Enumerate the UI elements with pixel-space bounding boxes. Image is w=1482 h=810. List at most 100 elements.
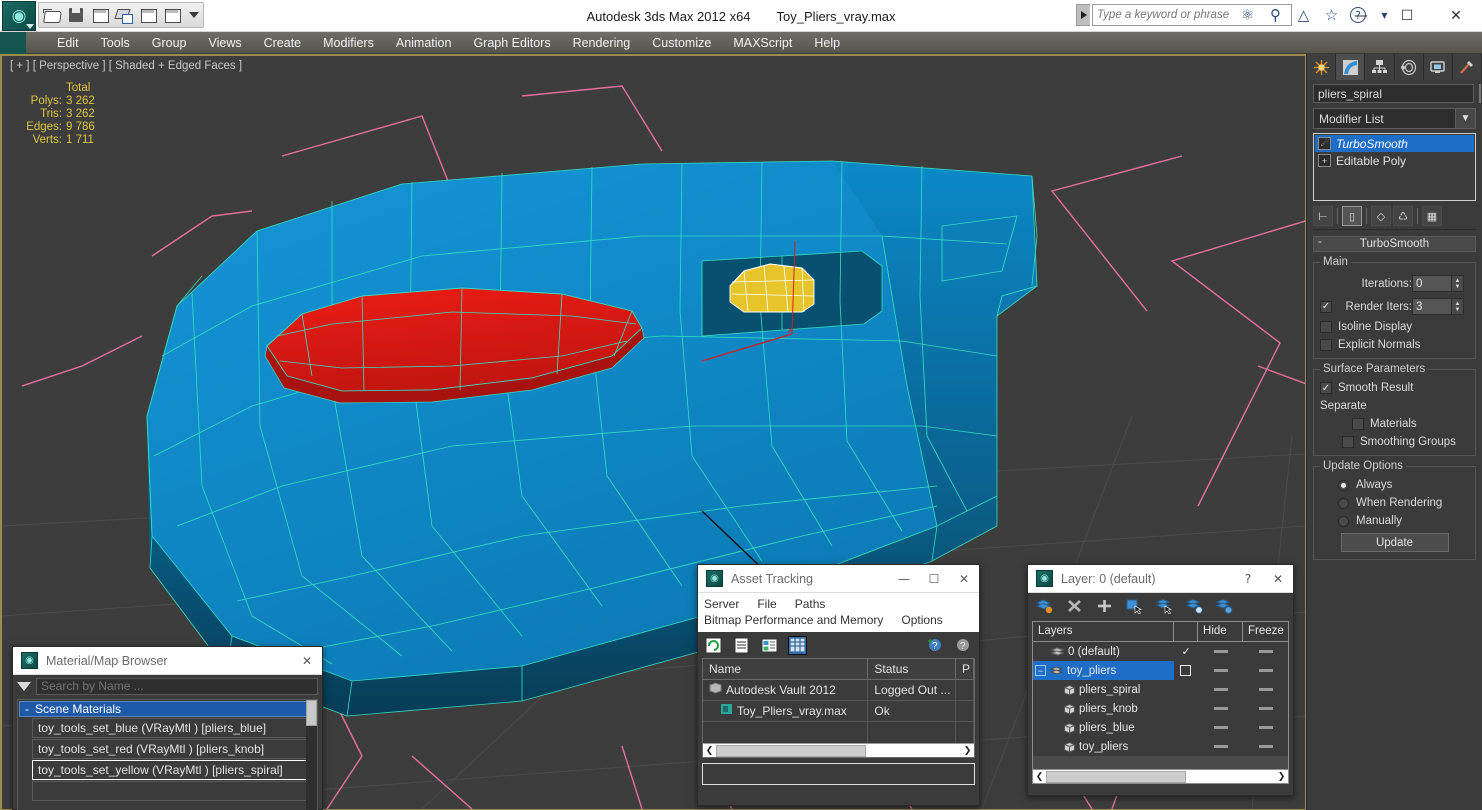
scroll-thumb[interactable] [306,700,317,726]
select-objects-icon[interactable] [1126,598,1143,615]
binoculars-icon[interactable]: ⚛ [1238,6,1257,25]
remove-modifier-icon[interactable]: ♺ [1393,206,1413,226]
make-unique-icon[interactable]: ◇ [1371,206,1391,226]
open-icon[interactable] [43,6,61,24]
object-color-swatch[interactable] [1479,84,1481,103]
layer-current-cell[interactable] [1174,661,1198,680]
asset-menu-bitmap-performance[interactable]: Bitmap Performance and Memory [704,612,893,628]
asset-tracking-maximize[interactable]: ☐ [919,565,949,592]
menu-item-tools[interactable]: Tools [90,33,141,53]
layer-row[interactable]: 0 (default) ✓ [1033,642,1288,661]
layer-freeze-cell[interactable] [1243,699,1288,718]
key-icon[interactable]: ⚲ [1266,6,1285,25]
new-icon[interactable] [91,6,109,24]
save-icon[interactable] [67,6,85,24]
menu-item-create[interactable]: Create [253,33,313,53]
material-vertical-scrollbar[interactable] [306,700,317,810]
expander-minus-icon[interactable]: − [1035,665,1046,676]
material-map-browser-window[interactable]: ◉ Material/Map Browser ✕ - Scene Materia… [12,646,323,810]
asset-tracking-close[interactable]: ✕ [949,565,979,592]
help-add-icon[interactable]: ? [926,636,945,655]
isoline-row[interactable]: Isoline Display [1320,321,1469,333]
scroll-thumb[interactable] [1046,770,1186,783]
menu-item-modifiers[interactable]: Modifiers [312,33,385,53]
scroll-thumb[interactable] [716,744,866,757]
hierarchy-tab[interactable] [1365,54,1395,80]
detail-view-icon[interactable] [760,636,779,655]
delete-layer-icon[interactable] [1066,598,1083,615]
layer-row[interactable]: pliers_knob [1033,699,1288,718]
menu-item-help[interactable]: Help [803,33,851,53]
utilities-tab[interactable] [1452,54,1482,80]
layer-manager-close[interactable]: ✕ [1263,565,1293,592]
update-button[interactable]: Update [1340,533,1449,552]
scroll-left-icon[interactable]: ❮ [1033,771,1046,783]
redo-icon[interactable] [163,6,181,24]
layer-row[interactable]: pliers_blue [1033,718,1288,737]
list-view-icon[interactable] [732,636,751,655]
asset-tracking-window[interactable]: ◉ Asset Tracking — ☐ ✕ Server File Paths… [697,564,980,806]
asset-status-field[interactable] [702,763,975,785]
create-tab[interactable] [1307,54,1337,80]
scroll-right-icon[interactable]: ❯ [961,745,974,757]
spinner-arrows-icon[interactable]: ▲ ▼ [1452,275,1464,292]
table-row[interactable]: Autodesk Vault 2012 Logged Out ... [703,680,974,701]
layer-current-cell[interactable]: ✓ [1174,642,1198,661]
motion-tab[interactable] [1394,54,1424,80]
menu-item-graph-editors[interactable]: Graph Editors [462,33,561,53]
update-manually-row[interactable]: Manually [1320,515,1469,527]
render-iters-value[interactable]: 3 [1412,298,1452,315]
modifier-list-dropdown[interactable]: Modifier List ▼ [1313,108,1476,129]
list-item[interactable]: toy_tools_set_blue (VRayMtl ) [pliers_bl… [32,718,316,738]
layer-name-cell[interactable]: 0 (default) [1033,642,1174,661]
update-when-rendering-radio[interactable] [1338,497,1349,509]
layer-hide-cell[interactable] [1198,699,1243,718]
asset-menu-options[interactable]: Options [901,612,952,628]
iterations-stepper[interactable]: 0 ▲ ▼ [1412,275,1464,292]
scene-materials-group-header[interactable]: - Scene Materials [19,701,316,717]
layer-horizontal-scrollbar[interactable]: ❮ ❯ [1033,769,1288,783]
layer-row[interactable]: toy_pliers [1033,737,1288,756]
grid-view-icon[interactable] [788,635,807,655]
add-layer-icon[interactable] [1096,598,1113,615]
group-collapse-glyph[interactable]: - [25,702,29,716]
configure-sets-icon[interactable]: ▦ [1422,206,1442,226]
rollout-collapse-glyph[interactable]: - [1318,236,1322,248]
layer-manager-help-button[interactable]: ? [1233,565,1263,592]
menu-item-customize[interactable]: Customize [641,33,722,53]
asset-horizontal-scrollbar[interactable]: ❮ ❯ [703,743,974,757]
reference-icon[interactable] [115,6,133,24]
search-expand-arrow[interactable] [1076,4,1090,26]
separate-materials-checkbox[interactable] [1352,418,1364,430]
layer-manager-window[interactable]: ◉ Layer: 0 (default) ? ✕ Layers Hide Fre… [1027,564,1294,796]
modifier-stack[interactable]: ☄ TurboSmooth + Editable Poly [1313,133,1476,201]
layer-name-cell[interactable]: toy_pliers [1033,737,1174,756]
update-when-rendering-row[interactable]: When Rendering [1320,497,1469,509]
layer-properties-icon[interactable] [1215,598,1233,615]
close-button[interactable]: ✕ [1430,0,1482,32]
separate-smoothing-groups-checkbox[interactable] [1342,436,1354,448]
layer-freeze-cell[interactable] [1243,642,1288,661]
column-header-name[interactable]: Name [703,659,869,679]
layer-hide-cell[interactable] [1198,718,1243,737]
table-row[interactable]: Toy_Pliers_vray.max Ok [703,701,974,722]
app-logo-icon[interactable]: ◉ [2,1,36,31]
column-header-freeze[interactable]: Freeze [1243,622,1288,641]
menu-item-group[interactable]: Group [141,33,198,53]
layer-name-cell[interactable]: − toy_pliers [1033,661,1174,680]
object-name-input[interactable] [1313,84,1474,103]
layer-freeze-cell[interactable] [1243,737,1288,756]
smooth-result-checkbox[interactable]: ✓ [1320,382,1332,394]
layer-name-cell[interactable]: pliers_spiral [1033,680,1174,699]
display-tab[interactable] [1423,54,1453,80]
update-always-radio[interactable] [1338,479,1349,491]
rollout-header[interactable]: - TurboSmooth [1313,236,1476,252]
menu-item-rendering[interactable]: Rendering [562,33,642,53]
column-header-status[interactable]: Status [868,659,957,679]
column-header-layers[interactable]: Layers [1033,622,1174,641]
layer-hide-cell[interactable] [1198,737,1243,756]
menu-item-edit[interactable]: Edit [46,33,90,53]
smooth-result-row[interactable]: ✓ Smooth Result [1320,382,1469,394]
layer-name-cell[interactable]: pliers_knob [1033,699,1174,718]
update-manually-radio[interactable] [1338,515,1349,527]
